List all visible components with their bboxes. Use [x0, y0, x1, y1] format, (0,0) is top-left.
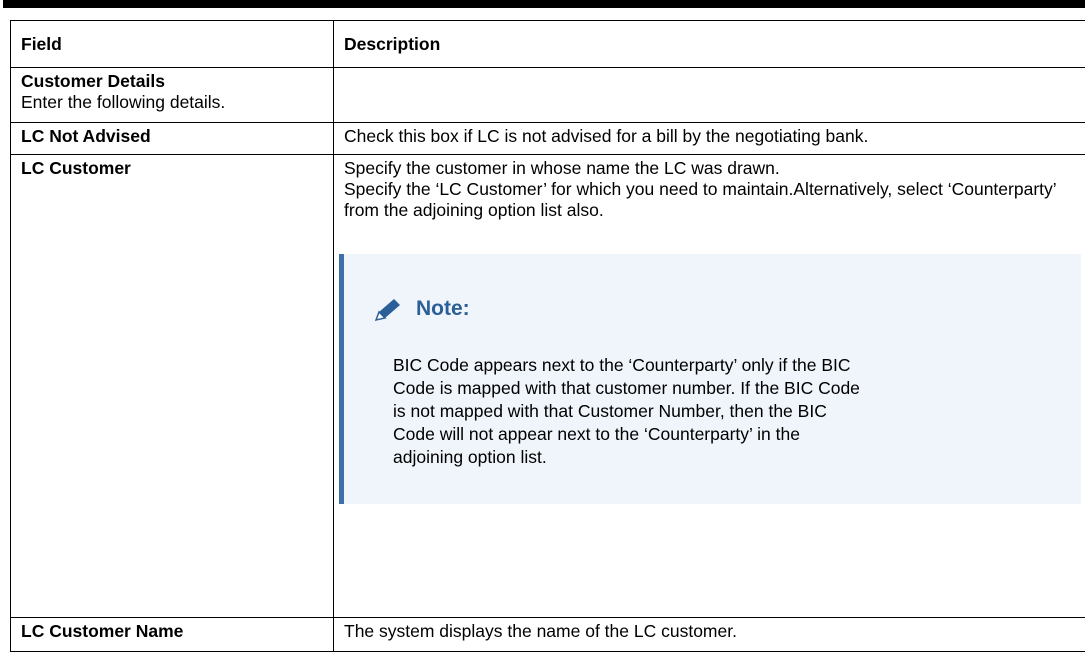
field-description-table: Field Description Customer Details Enter…: [10, 20, 1085, 652]
note-heading: Note:: [374, 296, 470, 322]
note-text: BIC Code appears next to the ‘Counterpar…: [393, 355, 860, 467]
field-name: Customer Details: [21, 71, 165, 91]
table-row: Customer Details Enter the following det…: [10, 67, 1085, 123]
field-name: LC Customer: [21, 158, 131, 178]
description-line: Specify the customer in whose name the L…: [344, 158, 780, 178]
description-text: The system displays the name of the LC c…: [344, 621, 737, 641]
field-cell: LC Customer Name: [10, 617, 334, 652]
field-name: LC Not Advised: [21, 126, 151, 146]
header-field-label: Field: [21, 34, 62, 54]
description-cell: [333, 67, 1085, 123]
note-box: Note: BIC Code appears next to the ‘Coun…: [339, 254, 1081, 504]
top-rule: [3, 0, 1085, 8]
description-cell: Specify the customer in whose name the L…: [333, 154, 1085, 618]
pencil-icon: [374, 299, 400, 322]
header-description: Description: [333, 20, 1085, 68]
note-title: Note:: [416, 297, 470, 320]
field-name: LC Customer Name: [21, 621, 184, 641]
header-description-label: Description: [344, 34, 441, 54]
description-cell: The system displays the name of the LC c…: [333, 617, 1085, 652]
field-cell: LC Customer: [10, 154, 334, 618]
field-subtext: Enter the following details.: [21, 92, 226, 112]
description-cell: Check this box if LC is not advised for …: [333, 122, 1085, 155]
table-row: LC Customer Specify the customer in whos…: [10, 154, 1085, 618]
table-row: LC Not Advised Check this box if LC is n…: [10, 122, 1085, 155]
description-text: [334, 68, 1085, 76]
table-row: LC Customer Name The system displays the…: [10, 617, 1085, 652]
description-line: Specify the ‘LC Customer’ for which you …: [344, 179, 1056, 220]
description-text: Check this box if LC is not advised for …: [344, 126, 869, 146]
header-field: Field: [10, 20, 334, 68]
field-cell: Customer Details Enter the following det…: [10, 67, 334, 123]
table-header-row: Field Description: [10, 20, 1085, 68]
field-cell: LC Not Advised: [10, 122, 334, 155]
